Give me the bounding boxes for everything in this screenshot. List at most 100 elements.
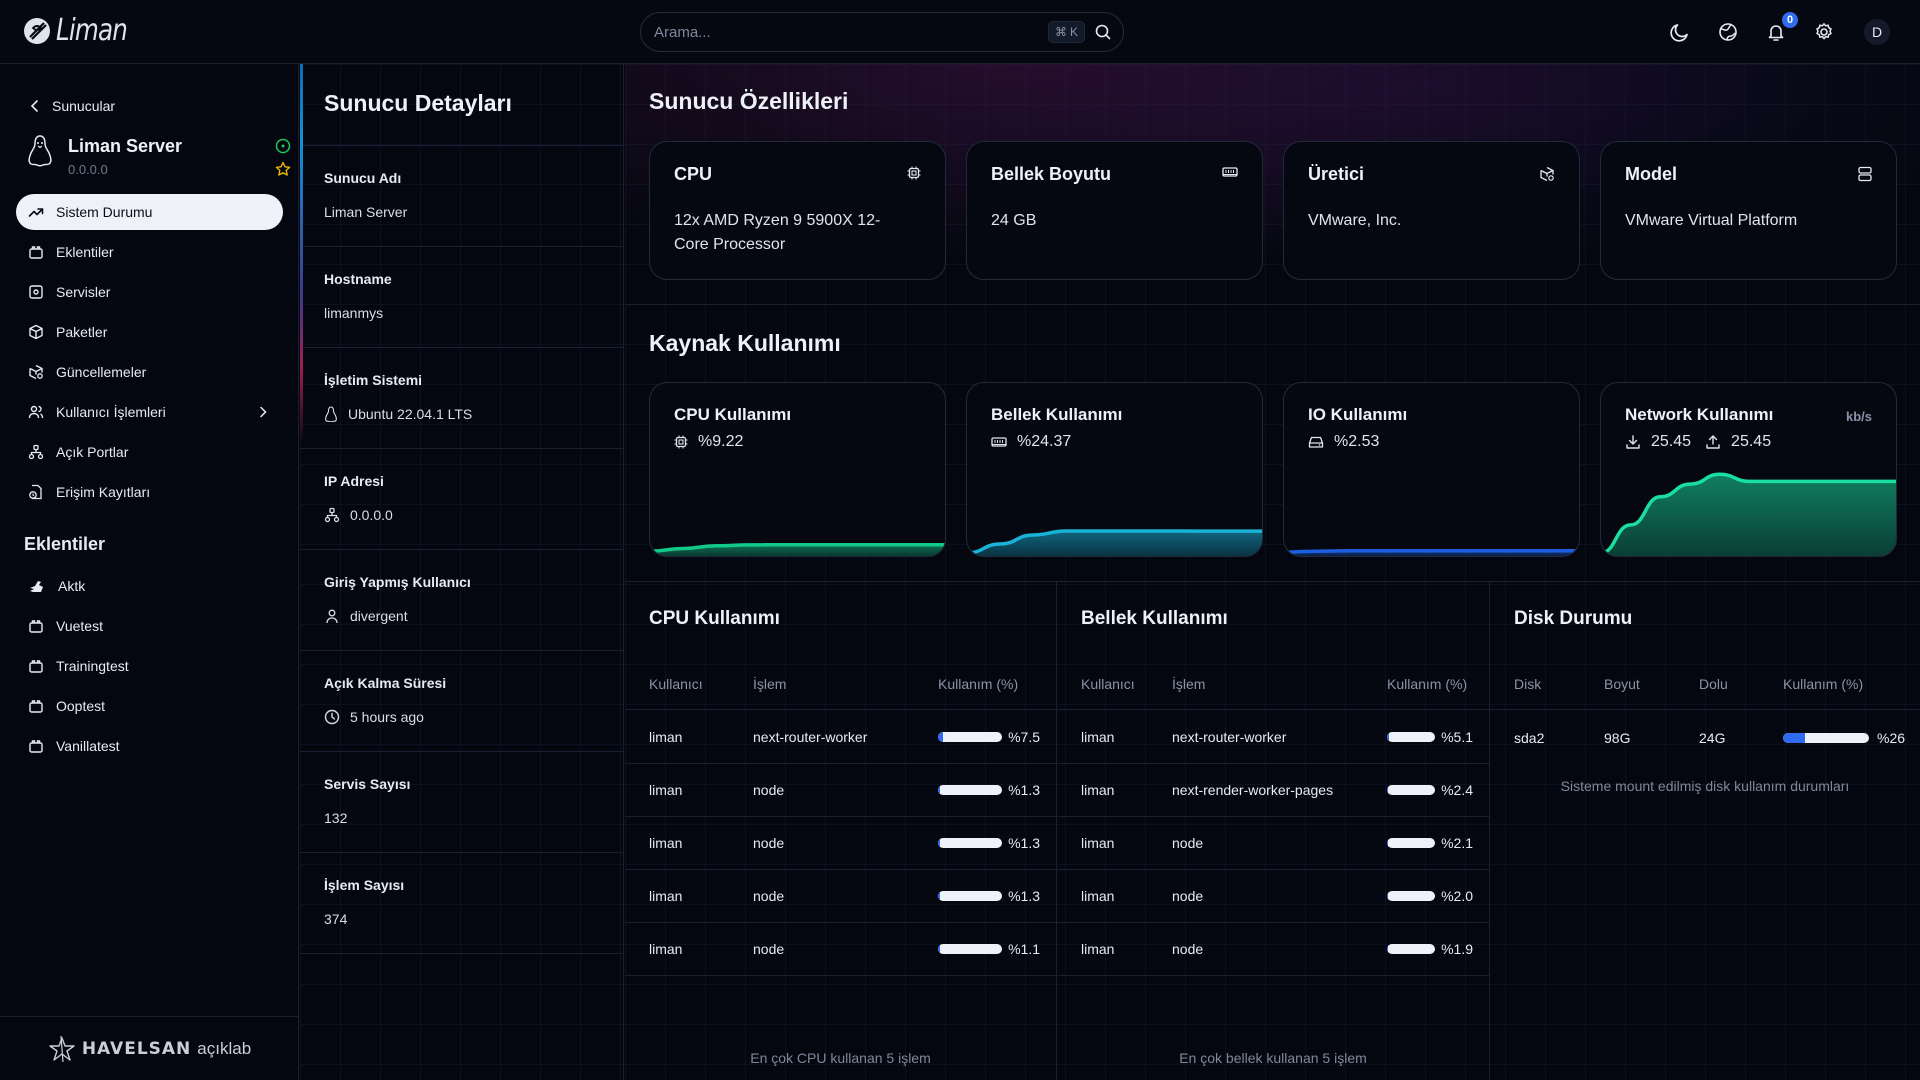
usage-bar-fill — [1387, 891, 1389, 901]
settings-button[interactable] — [1810, 14, 1838, 50]
table-header: Disk Boyut Dolu Kullanım (%) — [1490, 658, 1920, 710]
usage-value-text: %24.37 — [1017, 433, 1072, 450]
detail-uptime: Açık Kalma Süresi 5 hours ago — [300, 651, 623, 752]
column-header[interactable]: Kullanım (%) — [938, 676, 1018, 692]
sidebar-item-vuetest[interactable]: Vuetest — [16, 608, 283, 644]
section-divider — [625, 304, 1920, 305]
usage-bar-fill — [938, 838, 940, 848]
table-header: Kullanıcı İşlem Kullanım (%) — [625, 658, 1056, 710]
disk-used: 24G — [1699, 729, 1726, 746]
column-header[interactable]: Kullanım (%) — [1387, 676, 1467, 692]
detail-value: Liman Server — [324, 204, 623, 220]
table-row: liman node %2.0 — [1057, 870, 1489, 923]
chevron-left-icon — [30, 100, 40, 112]
user-avatar[interactable]: D — [1864, 19, 1890, 45]
favorite-star-icon[interactable] — [275, 161, 291, 177]
panel-note: En çok bellek kullanan 5 işlem — [1179, 1050, 1367, 1066]
sidebar-item-ooptest[interactable]: Ooptest — [16, 688, 283, 724]
linux-icon — [26, 134, 54, 170]
linux-icon — [324, 406, 338, 422]
sidebar-item-sistem-durumu[interactable]: Sistem Durumu — [16, 194, 283, 230]
upload-speed: 25.45 — [1731, 433, 1772, 450]
sidebar-item-guncellemeler[interactable]: Güncellemeler — [16, 354, 283, 390]
column-header[interactable]: Disk — [1514, 676, 1541, 692]
usage-bar — [1387, 785, 1435, 795]
column-header[interactable]: Dolu — [1699, 676, 1728, 692]
table-row: liman node %1.1 — [625, 923, 1056, 976]
sparkline-area — [1601, 474, 1896, 556]
usage-percent: %5.1 — [1441, 729, 1473, 745]
io-usage-sparkline — [1284, 548, 1579, 556]
sidebar-item-eklentiler[interactable]: Eklentiler — [16, 234, 283, 270]
sidebar-item-kullanici-islemleri[interactable]: Kullanıcı İşlemleri — [16, 394, 283, 430]
search-icon[interactable] — [1095, 24, 1111, 40]
column-header[interactable]: Kullanıcı — [1081, 676, 1135, 692]
sidebar-item-acik-portlar[interactable]: Açık Portlar — [16, 434, 283, 470]
detail-value-text: 132 — [324, 810, 348, 826]
sidebar-item-label: Açık Portlar — [56, 444, 129, 460]
spec-label: CPU — [674, 164, 713, 184]
sidebar-item-erisim-kayitlari[interactable]: Erişim Kayıtları — [16, 474, 283, 510]
sidebar-item-aktk[interactable]: Aktk — [16, 568, 283, 604]
spec-card-cpu: CPU 12x AMD Ryzen 9 5900X 12-Core Proces… — [649, 141, 946, 280]
usage-percent: %2.4 — [1441, 782, 1473, 798]
usage-bar-fill — [1387, 838, 1389, 848]
usage-bar-fill — [938, 732, 943, 742]
notifications-button[interactable]: 0 — [1762, 12, 1798, 50]
sidebar-item-vanillatest[interactable]: Vanillatest — [16, 728, 283, 764]
theme-toggle-button[interactable] — [1666, 14, 1694, 50]
language-button[interactable] — [1714, 14, 1742, 50]
search-box[interactable]: ⌘ K — [640, 12, 1124, 52]
moon-icon — [1669, 21, 1691, 43]
server-name: Liman Server — [68, 136, 183, 156]
gear-icon — [1814, 22, 1834, 42]
download-speed: 25.45 — [1651, 433, 1692, 450]
detail-value-text: divergent — [350, 608, 408, 624]
column-header[interactable]: Boyut — [1604, 676, 1640, 692]
network-usage-sparkline — [1601, 472, 1896, 556]
process-name: node — [753, 835, 785, 851]
disk-name: sda2 — [1514, 729, 1545, 746]
column-header[interactable]: Kullanım (%) — [1783, 676, 1863, 692]
notification-badge: 0 — [1782, 12, 1798, 28]
clock-icon — [324, 709, 340, 725]
detail-label: Giriş Yapmış Kullanıcı — [324, 574, 471, 590]
usage-bar — [1387, 944, 1435, 954]
table-row: liman next-router-worker %5.1 — [1057, 711, 1489, 764]
usage-bar — [938, 838, 1002, 848]
table-row: liman node %1.3 — [625, 870, 1056, 923]
usage-card-cpu: CPU Kullanımı %9.22 — [649, 382, 946, 557]
shortcut-key: K — [1069, 25, 1078, 39]
spec-value: 24 GB — [991, 212, 1037, 229]
sidebar-item-label: Erişim Kayıtları — [56, 484, 151, 500]
log-icon — [28, 484, 44, 500]
search-input[interactable] — [654, 23, 1048, 41]
detail-service-count: Servis Sayısı 132 — [300, 752, 623, 853]
spec-value: VMware, Inc. — [1308, 212, 1402, 229]
back-to-servers-link[interactable]: Sunucular — [30, 98, 115, 114]
details-title: Sunucu Detayları — [300, 64, 623, 146]
column-header[interactable]: İşlem — [1172, 676, 1205, 692]
sidebar-item-servisler[interactable]: Servisler — [16, 274, 283, 310]
usage-bar — [938, 944, 1002, 954]
top-bar: Liman ⌘ K 0 — [0, 0, 1920, 64]
sidebar-item-trainingtest[interactable]: Trainingtest — [16, 648, 283, 684]
havelsan-star-icon — [48, 1035, 76, 1062]
network-icon — [324, 507, 340, 523]
detail-value: Ubuntu 22.04.1 LTS — [324, 406, 623, 422]
plugin-icon — [28, 738, 44, 754]
sidebar-item-label: Servisler — [56, 284, 111, 300]
panel-note: En çok CPU kullanan 5 işlem — [750, 1050, 931, 1066]
column-header[interactable]: Kullanıcı — [649, 676, 703, 692]
app-logo[interactable]: Liman — [22, 13, 143, 48]
memory-icon — [991, 436, 1007, 448]
usage-label: Bellek Kullanımı — [991, 405, 1123, 424]
column-header[interactable]: İşlem — [753, 676, 786, 692]
process-name: node — [753, 888, 785, 904]
process-name: next-router-worker — [1172, 729, 1287, 745]
sidebar-item-label: Vuetest — [56, 618, 103, 634]
spec-label: Üretici — [1308, 164, 1365, 184]
sidebar-item-paketler[interactable]: Paketler — [16, 314, 283, 350]
process-user: liman — [1081, 835, 1115, 851]
usage-value: %2.53 — [1308, 433, 1379, 451]
